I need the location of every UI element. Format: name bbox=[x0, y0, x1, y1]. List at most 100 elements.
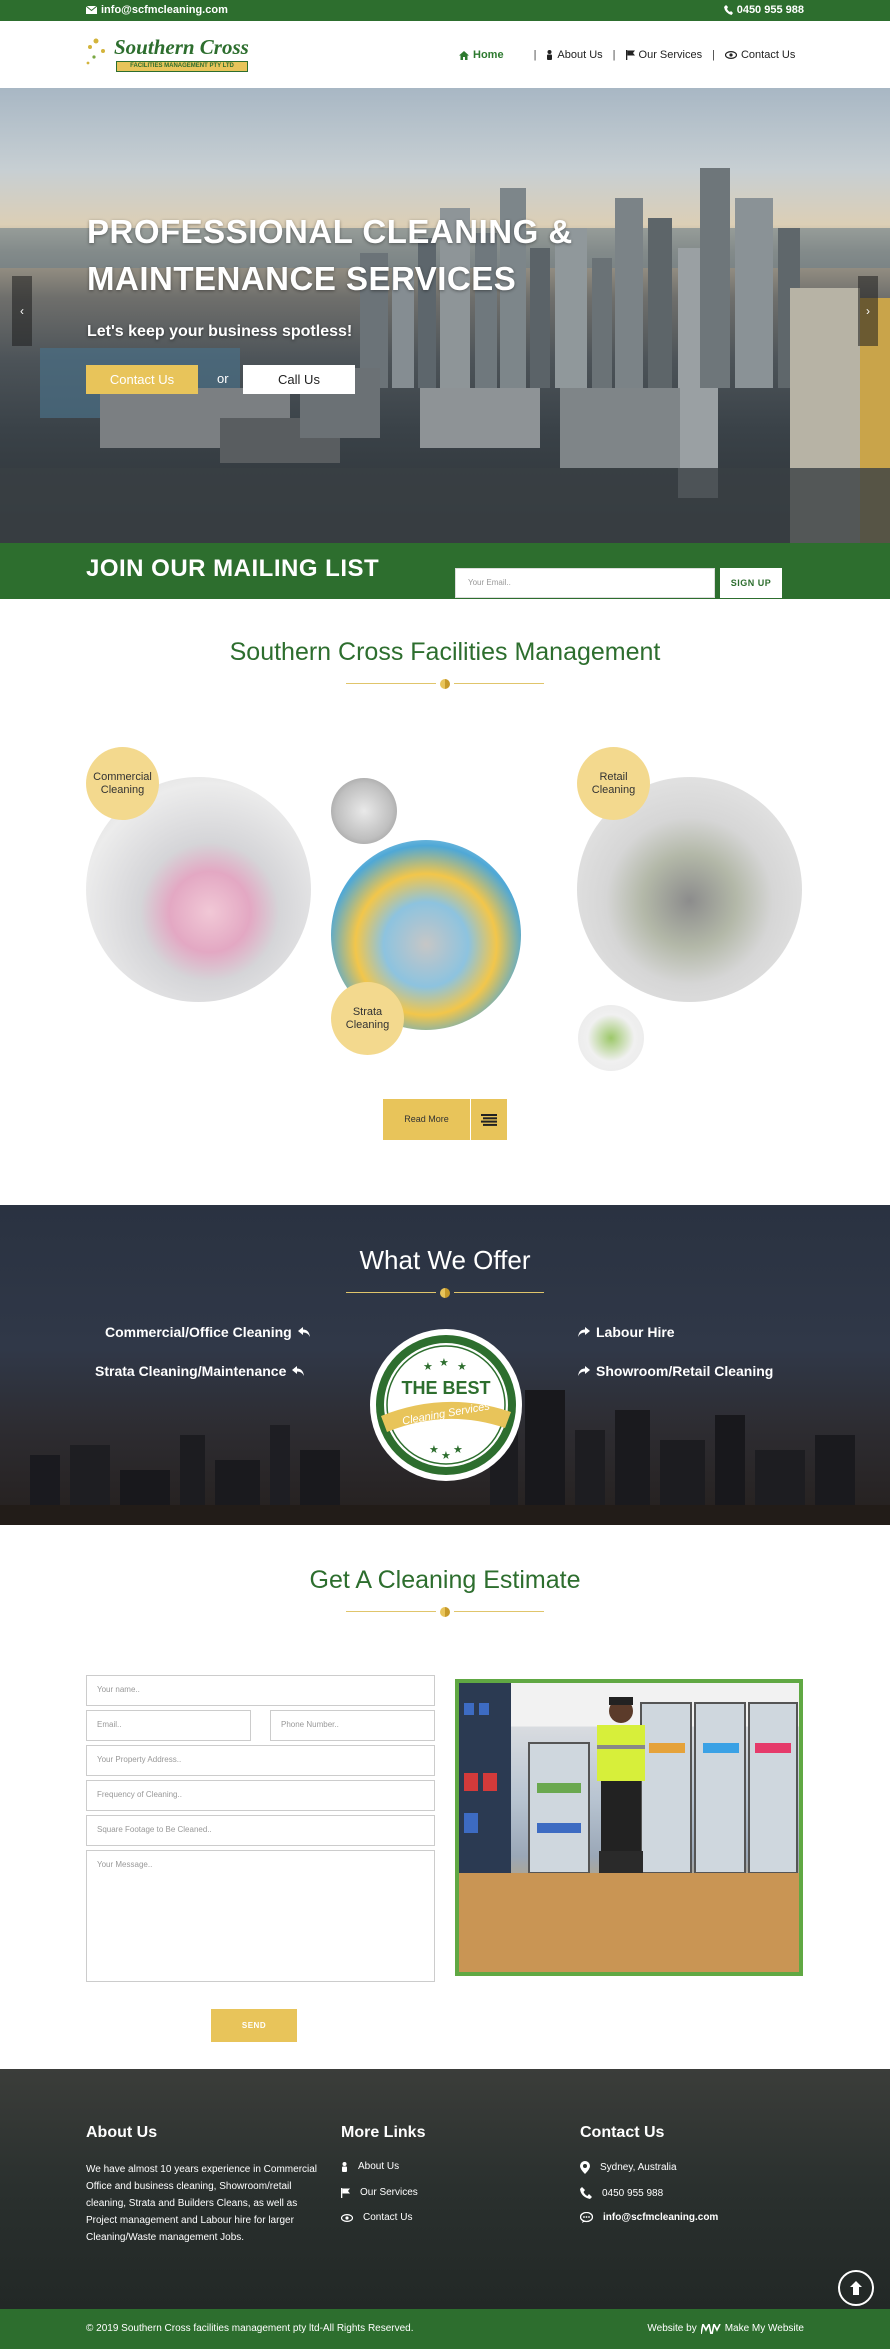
copyright-bar: © 2019 Southern Cross facilities managem… bbox=[0, 2309, 890, 2349]
mailing-list-bar: JOIN OUR MAILING LIST Your Email.. SIGN … bbox=[0, 543, 890, 599]
offer-divider bbox=[346, 1288, 544, 1298]
city-skyline-image bbox=[0, 168, 890, 543]
offer-item[interactable]: Showroom/Retail Cleaning bbox=[578, 1363, 773, 1379]
arrow-up-icon bbox=[850, 2281, 862, 2295]
hero-slider: PROFESSIONAL CLEANING & MAINTENANCE SERV… bbox=[0, 88, 890, 543]
nav-separator: | bbox=[612, 49, 616, 61]
hero-contact-button[interactable]: Contact Us bbox=[86, 365, 198, 394]
footer-link-services[interactable]: Our Services bbox=[341, 2187, 418, 2198]
phone-field[interactable]: Phone Number.. bbox=[270, 1710, 435, 1741]
slider-next-button[interactable]: › bbox=[858, 276, 878, 346]
offer-item[interactable]: Commercial/Office Cleaning bbox=[105, 1324, 310, 1340]
top-bar: info@scfmcleaning.com 0450 955 988 bbox=[0, 0, 890, 21]
nav-services-label: Our Services bbox=[638, 49, 703, 61]
nav-home-label: Home bbox=[473, 49, 504, 61]
nav-about-label: About Us bbox=[557, 49, 603, 61]
nav-services[interactable]: Our Services bbox=[625, 49, 703, 61]
flag-icon bbox=[625, 50, 635, 60]
mmw-logo-icon bbox=[700, 2323, 721, 2334]
svg-text:★: ★ bbox=[453, 1444, 463, 1456]
logo-name: Southern Cross bbox=[114, 35, 249, 59]
commercial-badge[interactable]: Commercial Cleaning bbox=[86, 747, 159, 820]
top-email[interactable]: info@scfmcleaning.com bbox=[86, 4, 228, 16]
footer-location-text: Sydney, Australia bbox=[600, 2162, 677, 2173]
reply-arrow-icon bbox=[297, 1327, 310, 1337]
person-icon bbox=[342, 2161, 347, 2172]
chevron-left-icon: ‹ bbox=[20, 304, 24, 318]
chevron-right-icon: › bbox=[866, 304, 870, 318]
worker-photo bbox=[455, 1679, 803, 1976]
nav-about[interactable]: About Us bbox=[546, 49, 603, 61]
intro-divider bbox=[346, 679, 544, 689]
nav-contact-label: Contact Us bbox=[740, 49, 796, 61]
logo[interactable]: Southern Cross FACILITIES MANAGEMENT PTY… bbox=[86, 33, 254, 77]
offer-item-label: Commercial/Office Cleaning bbox=[105, 1324, 292, 1340]
main-nav: Home | About Us | Our Services | Contact… bbox=[459, 49, 795, 61]
frequency-field[interactable]: Frequency of Cleaning.. bbox=[86, 1780, 435, 1811]
hero-title: PROFESSIONAL CLEANING & MAINTENANCE SERV… bbox=[87, 208, 647, 302]
person-icon bbox=[547, 50, 553, 60]
forward-arrow-icon bbox=[578, 1366, 590, 1376]
estimate-title: Get A Cleaning Estimate bbox=[309, 1566, 581, 1594]
site-footer: About Us We have almost 10 years experie… bbox=[0, 2069, 890, 2309]
kitchen-thumb-image bbox=[331, 778, 397, 844]
site-credit[interactable]: Website by Make My Website bbox=[647, 2323, 804, 2334]
email-field[interactable]: Email.. bbox=[86, 1710, 251, 1741]
phone-icon bbox=[580, 2187, 592, 2199]
what-we-offer-section: What We Offer Commercial/Office Cleaning… bbox=[0, 1205, 890, 1525]
offer-item-label: Showroom/Retail Cleaning bbox=[596, 1363, 774, 1379]
footer-link-label: Our Services bbox=[360, 2187, 418, 2198]
nav-separator: | bbox=[533, 49, 537, 61]
svg-text:★: ★ bbox=[441, 1450, 451, 1462]
flag-icon bbox=[341, 2187, 350, 2198]
intro-title: Southern Cross Facilities Management bbox=[229, 638, 661, 666]
retail-badge[interactable]: Retail Cleaning bbox=[577, 747, 650, 820]
best-cleaning-seal: ★ ★ ★ ★ ★ ★ THE BEST Cleaning Services bbox=[369, 1328, 523, 1482]
offer-title: What We Offer bbox=[359, 1245, 531, 1275]
eye-icon bbox=[724, 51, 737, 59]
forward-arrow-icon bbox=[578, 1327, 590, 1337]
svg-text:★: ★ bbox=[439, 1357, 449, 1369]
hero-or-text: or bbox=[217, 371, 229, 386]
footer-link-contact[interactable]: Contact Us bbox=[341, 2212, 412, 2223]
slider-prev-button[interactable]: ‹ bbox=[12, 276, 32, 346]
mailing-email-input[interactable]: Your Email.. bbox=[455, 568, 715, 598]
eye-icon bbox=[341, 2213, 353, 2222]
strata-badge[interactable]: Strata Cleaning bbox=[331, 982, 404, 1055]
footer-phone[interactable]: 0450 955 988 bbox=[580, 2187, 663, 2199]
read-more-label: Read More bbox=[404, 1114, 449, 1124]
hero-title-line2: MAINTENANCE SERVICES bbox=[87, 260, 517, 297]
hero-call-button[interactable]: Call Us bbox=[243, 365, 355, 394]
message-field[interactable]: Your Message.. bbox=[86, 1850, 435, 1982]
site-header: Southern Cross FACILITIES MANAGEMENT PTY… bbox=[0, 21, 890, 88]
footer-link-label: About Us bbox=[358, 2161, 400, 2172]
footer-link-about[interactable]: About Us bbox=[341, 2161, 399, 2172]
chat-icon bbox=[580, 2212, 593, 2223]
footer-links-title: More Links bbox=[341, 2124, 426, 2141]
square-footage-field[interactable]: Square Footage to Be Cleaned.. bbox=[86, 1815, 435, 1846]
top-email-text: info@scfmcleaning.com bbox=[101, 4, 228, 16]
offer-item[interactable]: Strata Cleaning/Maintenance bbox=[95, 1363, 305, 1379]
address-field[interactable]: Your Property Address.. bbox=[86, 1745, 435, 1776]
logo-stars-icon bbox=[86, 38, 105, 65]
read-more-button[interactable]: Read More bbox=[383, 1099, 507, 1140]
hero-title-line1: PROFESSIONAL CLEANING & bbox=[87, 213, 573, 250]
top-phone[interactable]: 0450 955 988 bbox=[723, 4, 804, 16]
plant-thumb-image bbox=[578, 1005, 644, 1071]
send-button[interactable]: SEND bbox=[211, 2009, 297, 2042]
footer-email-text: info@scfmcleaning.com bbox=[603, 2212, 719, 2223]
offer-item[interactable]: Labour Hire bbox=[578, 1324, 675, 1340]
footer-phone-text: 0450 955 988 bbox=[602, 2187, 664, 2199]
nav-home[interactable]: Home bbox=[459, 49, 504, 61]
scroll-to-top-button[interactable] bbox=[838, 2270, 874, 2306]
mailing-signup-button[interactable]: SIGN UP bbox=[720, 568, 782, 598]
footer-email[interactable]: info@scfmcleaning.com bbox=[580, 2212, 718, 2223]
offer-item-label: Labour Hire bbox=[596, 1324, 675, 1340]
phone-icon bbox=[723, 5, 733, 15]
mailing-title: JOIN OUR MAILING LIST bbox=[86, 555, 380, 582]
credit-name: Make My Website bbox=[724, 2323, 804, 2334]
name-field[interactable]: Your name.. bbox=[86, 1675, 435, 1706]
map-pin-icon bbox=[580, 2161, 590, 2174]
footer-about-title: About Us bbox=[86, 2124, 158, 2141]
nav-contact[interactable]: Contact Us bbox=[724, 49, 796, 61]
